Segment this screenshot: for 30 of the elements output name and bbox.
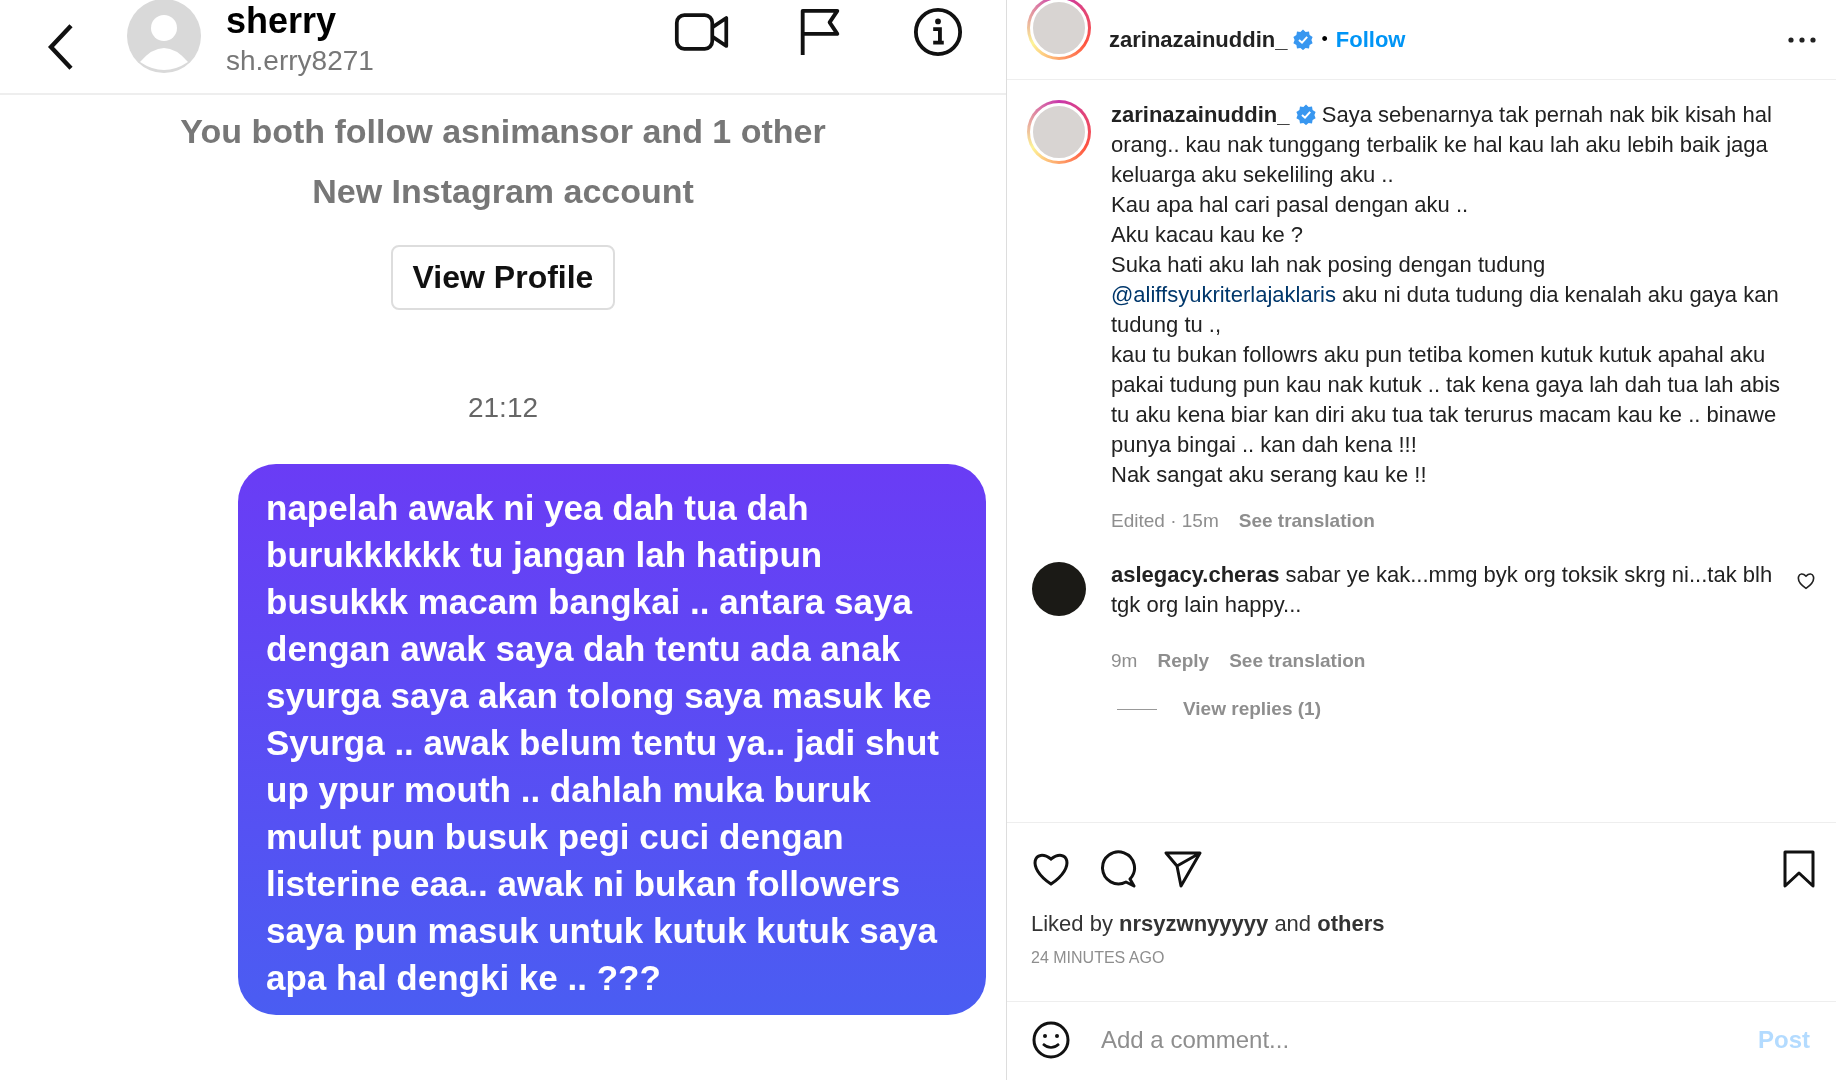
verified-icon xyxy=(1295,104,1316,125)
view-replies-link[interactable]: View replies (1) xyxy=(1183,698,1321,720)
mutual-followers-text: You both follow asnimansor and 1 other xyxy=(180,111,826,152)
verified-icon xyxy=(1293,29,1314,50)
message-time: 21:12 xyxy=(467,392,539,424)
bookmark-icon[interactable] xyxy=(1782,849,1816,889)
mention-link[interactable]: @aliffsyukriterlajaklaris xyxy=(1111,282,1336,307)
share-icon[interactable] xyxy=(1163,849,1203,889)
likes-text: Liked by nrsyzwnyyyyy and others xyxy=(1031,911,1386,937)
see-translation-link[interactable]: See translation xyxy=(1238,510,1375,532)
account-note: New Instagram account xyxy=(312,171,694,212)
post-caption: zarinazainuddin_ Saya sebenarnya tak pernah nak bik kisah hal orang.. kau nak tunggang terbalik ke hal kau lah aku lebih baik jaga keluarga aku sekeliling aku .. Kau apa hal cari pasal dengan aku .. Aku kacau kau ke ? Suka hati aku lah nak posing dengan tudung @aliffsyukriterlajaklaris aku ni duta tudung dia kenalah aku gaya kan tudung tu ., kau tu bukan followrs aku pun tetiba komen kutuk kutuk apahal aku pakai tudung pun kau nak kutuk .. tak kena gaya lah dah tua lah abis tu aku kena biar kan diri aku tua tak terurus macam kau ke .. binawe punya bingai .. kan dah kena !!! Nak sangat aku serang kau ke !! xyxy=(1111,101,1782,489)
view-profile-button[interactable]: View Profile xyxy=(390,245,616,310)
follow-link[interactable]: Follow xyxy=(1335,26,1406,53)
avatar-photo[interactable] xyxy=(1032,562,1086,616)
message-bubble: napelah awak ni yea dah tua dah burukkkkkk tu jangan lah hatipun busukkk macam bangkai .. antara saya dengan awak saya dah tentu ada anak syurga saya akan tolong saya masuk ke Syurga .. awak belum tentu ya.. jadi shut up ypur mouth .. dahlah muka buruk mulut pun busuk pegi cuci dengan listerine eaa.. awak ni bukan followers saya pun masuk untuk kutuk kutuk saya apa hal dengki ke .. ??? xyxy=(238,464,986,1015)
username-link[interactable]: zarinazainuddin_ xyxy=(1111,102,1290,127)
username-link[interactable]: zarinazainuddin_ xyxy=(1109,26,1288,53)
contact-handle: sh.erry8271 xyxy=(226,44,374,77)
comment-text: aslegacy.cheras sabar ye kak...mmg byk org toksik skrg ni...tak blh tgk org lain happy... xyxy=(1111,561,1774,619)
separator-dot: • xyxy=(1321,29,1328,50)
contact-name: sherry xyxy=(226,2,338,39)
like-icon[interactable] xyxy=(1796,572,1816,590)
comment-age: 9m xyxy=(1111,650,1138,672)
post-time: 24 MINUTES AGO xyxy=(1031,949,1166,967)
reply-link[interactable]: Reply xyxy=(1157,650,1210,672)
see-translation-link[interactable]: See translation xyxy=(1229,650,1366,672)
edited-time: Edited · 15m xyxy=(1111,510,1219,532)
emoji-icon[interactable] xyxy=(1031,1020,1071,1060)
more-options-icon[interactable] xyxy=(1788,36,1816,43)
